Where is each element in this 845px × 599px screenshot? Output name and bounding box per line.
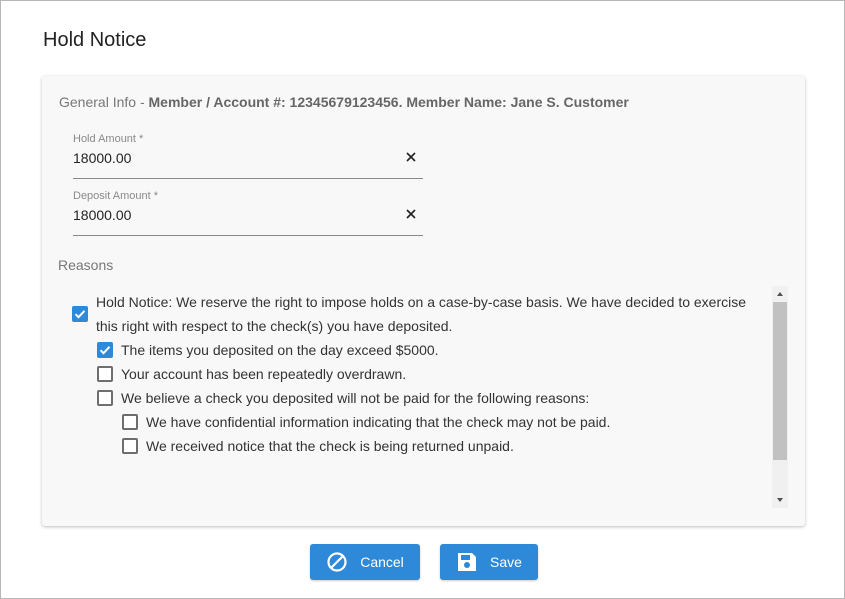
hold-notice-dialog: Hold Notice General Info - Member / Acco…: [0, 0, 845, 599]
deposit-amount-label: Deposit Amount *: [73, 190, 158, 202]
deposit-amount-field[interactable]: Deposit Amount *: [73, 190, 423, 236]
save-icon: [458, 553, 477, 571]
general-info: General Info - Member / Account #: 12345…: [59, 94, 629, 110]
checkmark-icon: [74, 310, 86, 319]
dialog-title: Hold Notice: [43, 29, 147, 51]
hold-amount-input[interactable]: [73, 150, 393, 166]
reason-hold-notice: Hold Notice: We reserve the right to imp…: [72, 290, 746, 338]
reasons-scrollbar[interactable]: [772, 286, 788, 508]
clear-hold-amount-icon[interactable]: [405, 151, 417, 163]
reason-check-not-paid-text: We believe a check you deposited will no…: [121, 390, 590, 406]
scroll-up-arrow-icon[interactable]: [772, 286, 788, 302]
reason-hold-notice-line2: this right with respect to the check(s) …: [96, 318, 453, 334]
reason-hold-notice-checkbox[interactable]: [72, 306, 88, 322]
reason-confidential-info-text: We have confidential information indicat…: [146, 414, 611, 430]
reasons-list: Hold Notice: We reserve the right to imp…: [42, 284, 790, 510]
scroll-down-arrow-icon[interactable]: [772, 492, 788, 508]
general-info-prefix: General Info -: [59, 94, 149, 110]
reason-returned-unpaid-text: We received notice that the check is bei…: [146, 438, 514, 454]
save-button-label: Save: [490, 554, 522, 570]
reason-overdrawn: Your account has been repeatedly overdra…: [97, 362, 406, 386]
reason-hold-notice-text: Hold Notice: We reserve the right to imp…: [96, 290, 746, 338]
general-info-details: Member / Account #: 12345679123456. Memb…: [148, 94, 629, 110]
reason-exceed-5000-checkbox[interactable]: [97, 342, 113, 358]
clear-deposit-amount-icon[interactable]: [405, 208, 417, 220]
hold-amount-label: Hold Amount *: [73, 133, 144, 145]
reasons-label: Reasons: [58, 257, 114, 273]
reason-check-not-paid-checkbox[interactable]: [97, 390, 113, 406]
form-card: General Info - Member / Account #: 12345…: [42, 76, 805, 526]
checkmark-icon: [99, 346, 111, 355]
reason-check-not-paid: We believe a check you deposited will no…: [97, 386, 589, 410]
reason-returned-unpaid-checkbox[interactable]: [122, 438, 138, 454]
reason-confidential-info-checkbox[interactable]: [122, 414, 138, 430]
hold-amount-field[interactable]: Hold Amount *: [73, 133, 423, 179]
reason-exceed-5000: The items you deposited on the day excee…: [97, 338, 439, 362]
reason-overdrawn-checkbox[interactable]: [97, 366, 113, 382]
reason-overdrawn-text: Your account has been repeatedly overdra…: [121, 366, 407, 382]
cancel-button[interactable]: Cancel: [310, 544, 420, 580]
reason-hold-notice-line1: Hold Notice: We reserve the right to imp…: [96, 294, 747, 310]
reason-returned-unpaid: We received notice that the check is bei…: [122, 434, 514, 458]
reason-confidential-info: We have confidential information indicat…: [122, 410, 610, 434]
scroll-thumb[interactable]: [773, 302, 787, 460]
save-button[interactable]: Save: [440, 544, 538, 580]
cancel-icon: [327, 552, 347, 572]
reason-exceed-5000-text: The items you deposited on the day excee…: [121, 342, 439, 358]
cancel-button-label: Cancel: [360, 554, 404, 570]
deposit-amount-input[interactable]: [73, 207, 393, 223]
